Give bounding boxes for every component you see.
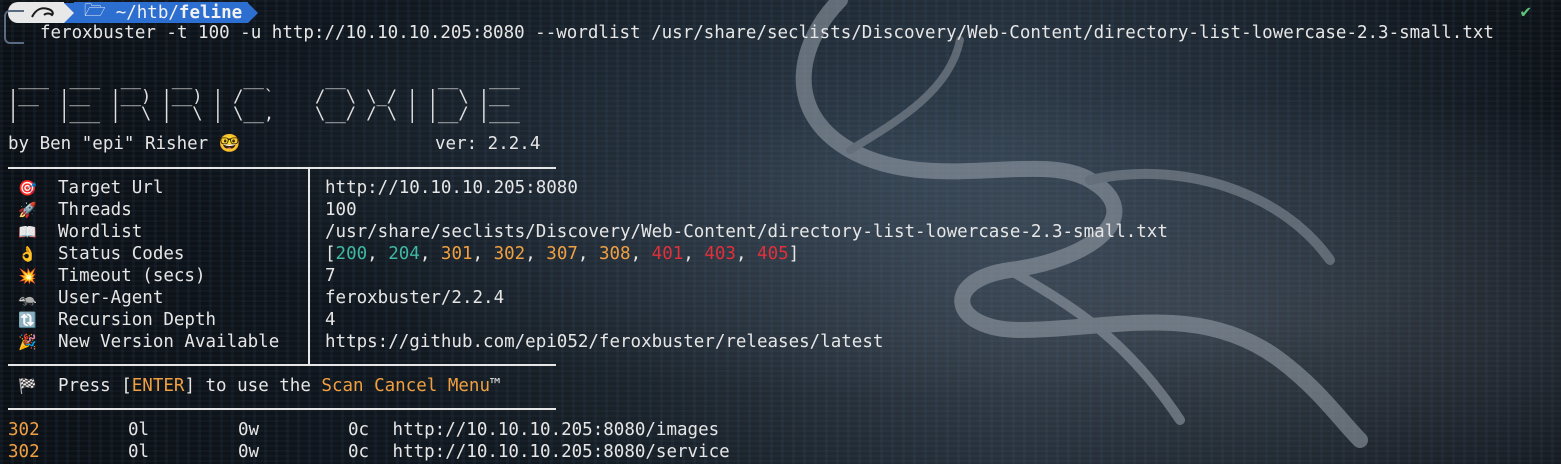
config-value: [200, 204, 301, 302, 307, 308, 401, 403,… — [325, 244, 800, 264]
shell-prompt: 🗁 ~/htb/feline — [8, 1, 259, 23]
result-url: http://10.10.10.205:8080/images — [382, 420, 720, 440]
badger-icon: 🦡 — [18, 289, 37, 307]
config-key: User-Agent — [58, 288, 164, 308]
prompt-separator — [64, 2, 74, 23]
terminal-window[interactable]: 🗁 ~/htb/feline ✔ feroxbuster -t 100 -u h… — [0, 0, 1561, 464]
config-value: 100 — [325, 200, 357, 220]
config-key: Timeout (secs) — [58, 266, 206, 286]
config-value: feroxbuster/2.2.4 — [325, 288, 505, 308]
config-key: Target Url — [58, 178, 164, 198]
result-url: http://10.10.10.205:8080/service — [382, 442, 730, 462]
result-chars: 0c — [348, 442, 370, 462]
config-value: https://github.com/epi052/feroxbuster/re… — [325, 332, 884, 352]
cancel-menu-hint: 🏁 Press [ENTER] to use the Scan Cancel M… — [18, 376, 501, 396]
party-popper-icon: 🎉 — [18, 333, 37, 351]
config-row: 🦡 User-Agent feroxbuster/2.2.4 — [18, 287, 504, 309]
status-code: 200 — [335, 244, 368, 264]
config-row: 📖 Wordlist/usr/share/seclists/Discovery/W… — [18, 221, 1168, 243]
config-value: 7 — [325, 266, 336, 286]
divider-top — [8, 167, 556, 169]
result-lines: 0l — [128, 442, 150, 462]
config-key: Status Codes — [58, 244, 185, 264]
config-row: 🎯 Target Url http://10.10.10.205:8080 — [18, 177, 578, 199]
divider-bottom — [8, 408, 556, 410]
prompt-path-segment: 🗁 ~/htb/feline — [74, 1, 249, 23]
result-words: 0w — [238, 442, 260, 462]
book-icon: 📖 — [18, 223, 37, 241]
config-value: /usr/share/seclists/Discovery/Web-Conten… — [325, 222, 1168, 242]
status-code: 403 — [704, 244, 736, 264]
config-row: 🔃 Recursion Depth 4 — [18, 309, 336, 331]
banner-version: ver: 2.2.4 — [435, 134, 541, 154]
status-code: 204 — [388, 244, 420, 264]
config-value: 4 — [325, 310, 336, 330]
config-row: 🎉 New Version Available https://github.com… — [18, 331, 883, 353]
result-row: 302 0l 0w 0c http://10.10.10.205:8080/image… — [8, 419, 719, 441]
status-code: 405 — [757, 244, 789, 264]
result-lines: 0l — [128, 420, 150, 440]
status-code: 307 — [546, 244, 578, 264]
config-key: New Version Available — [58, 332, 280, 352]
prompt-connector — [4, 10, 24, 44]
status-code: 308 — [598, 244, 631, 264]
rocket-icon: 🚀 — [18, 201, 37, 219]
status-code: 301 — [440, 244, 473, 264]
config-key: Recursion Depth — [58, 310, 217, 330]
recursion-icon: 🔃 — [18, 311, 37, 329]
prompt-separator-end — [248, 2, 259, 23]
divider-middle — [8, 364, 556, 366]
prompt-path: ~/htb/feline — [115, 2, 243, 23]
collision-icon: 💥 — [18, 267, 37, 285]
target-icon: 🎯 — [18, 179, 37, 197]
checkered-flag-icon: 🏁 — [18, 377, 37, 395]
config-row: 👌 Status Codes [200, 204, 301, 302, 307, 3… — [18, 243, 799, 265]
config-key: Threads — [58, 200, 132, 220]
config-row: 💥 Timeout (secs) 7 — [18, 265, 336, 287]
config-key: Wordlist — [58, 222, 143, 242]
banner-author: by Ben "epi" Risher 🤓 — [8, 134, 241, 154]
ok-hand-icon: 👌 — [18, 245, 37, 263]
command-line: feroxbuster -t 100 -u http://10.10.10.20… — [40, 23, 1494, 43]
result-words: 0w — [238, 420, 260, 440]
result-chars: 0c — [348, 420, 370, 440]
config-value: http://10.10.10.205:8080 — [325, 178, 578, 198]
status-code: 401 — [651, 244, 684, 264]
result-row: 302 0l 0w 0c http://10.10.10.205:8080/servi… — [8, 441, 730, 463]
result-status: 302 — [8, 442, 40, 462]
kali-dragon-icon — [31, 6, 54, 17]
status-code: 302 — [493, 244, 526, 264]
check-icon: ✔ — [1520, 2, 1531, 22]
feroxbuster-logo-art: ___ ___ __ __ __ __ __ ___ |__ |__ |__) … — [8, 70, 520, 124]
config-row: 🚀 Threads 100 — [18, 199, 357, 221]
result-status: 302 — [8, 420, 40, 440]
